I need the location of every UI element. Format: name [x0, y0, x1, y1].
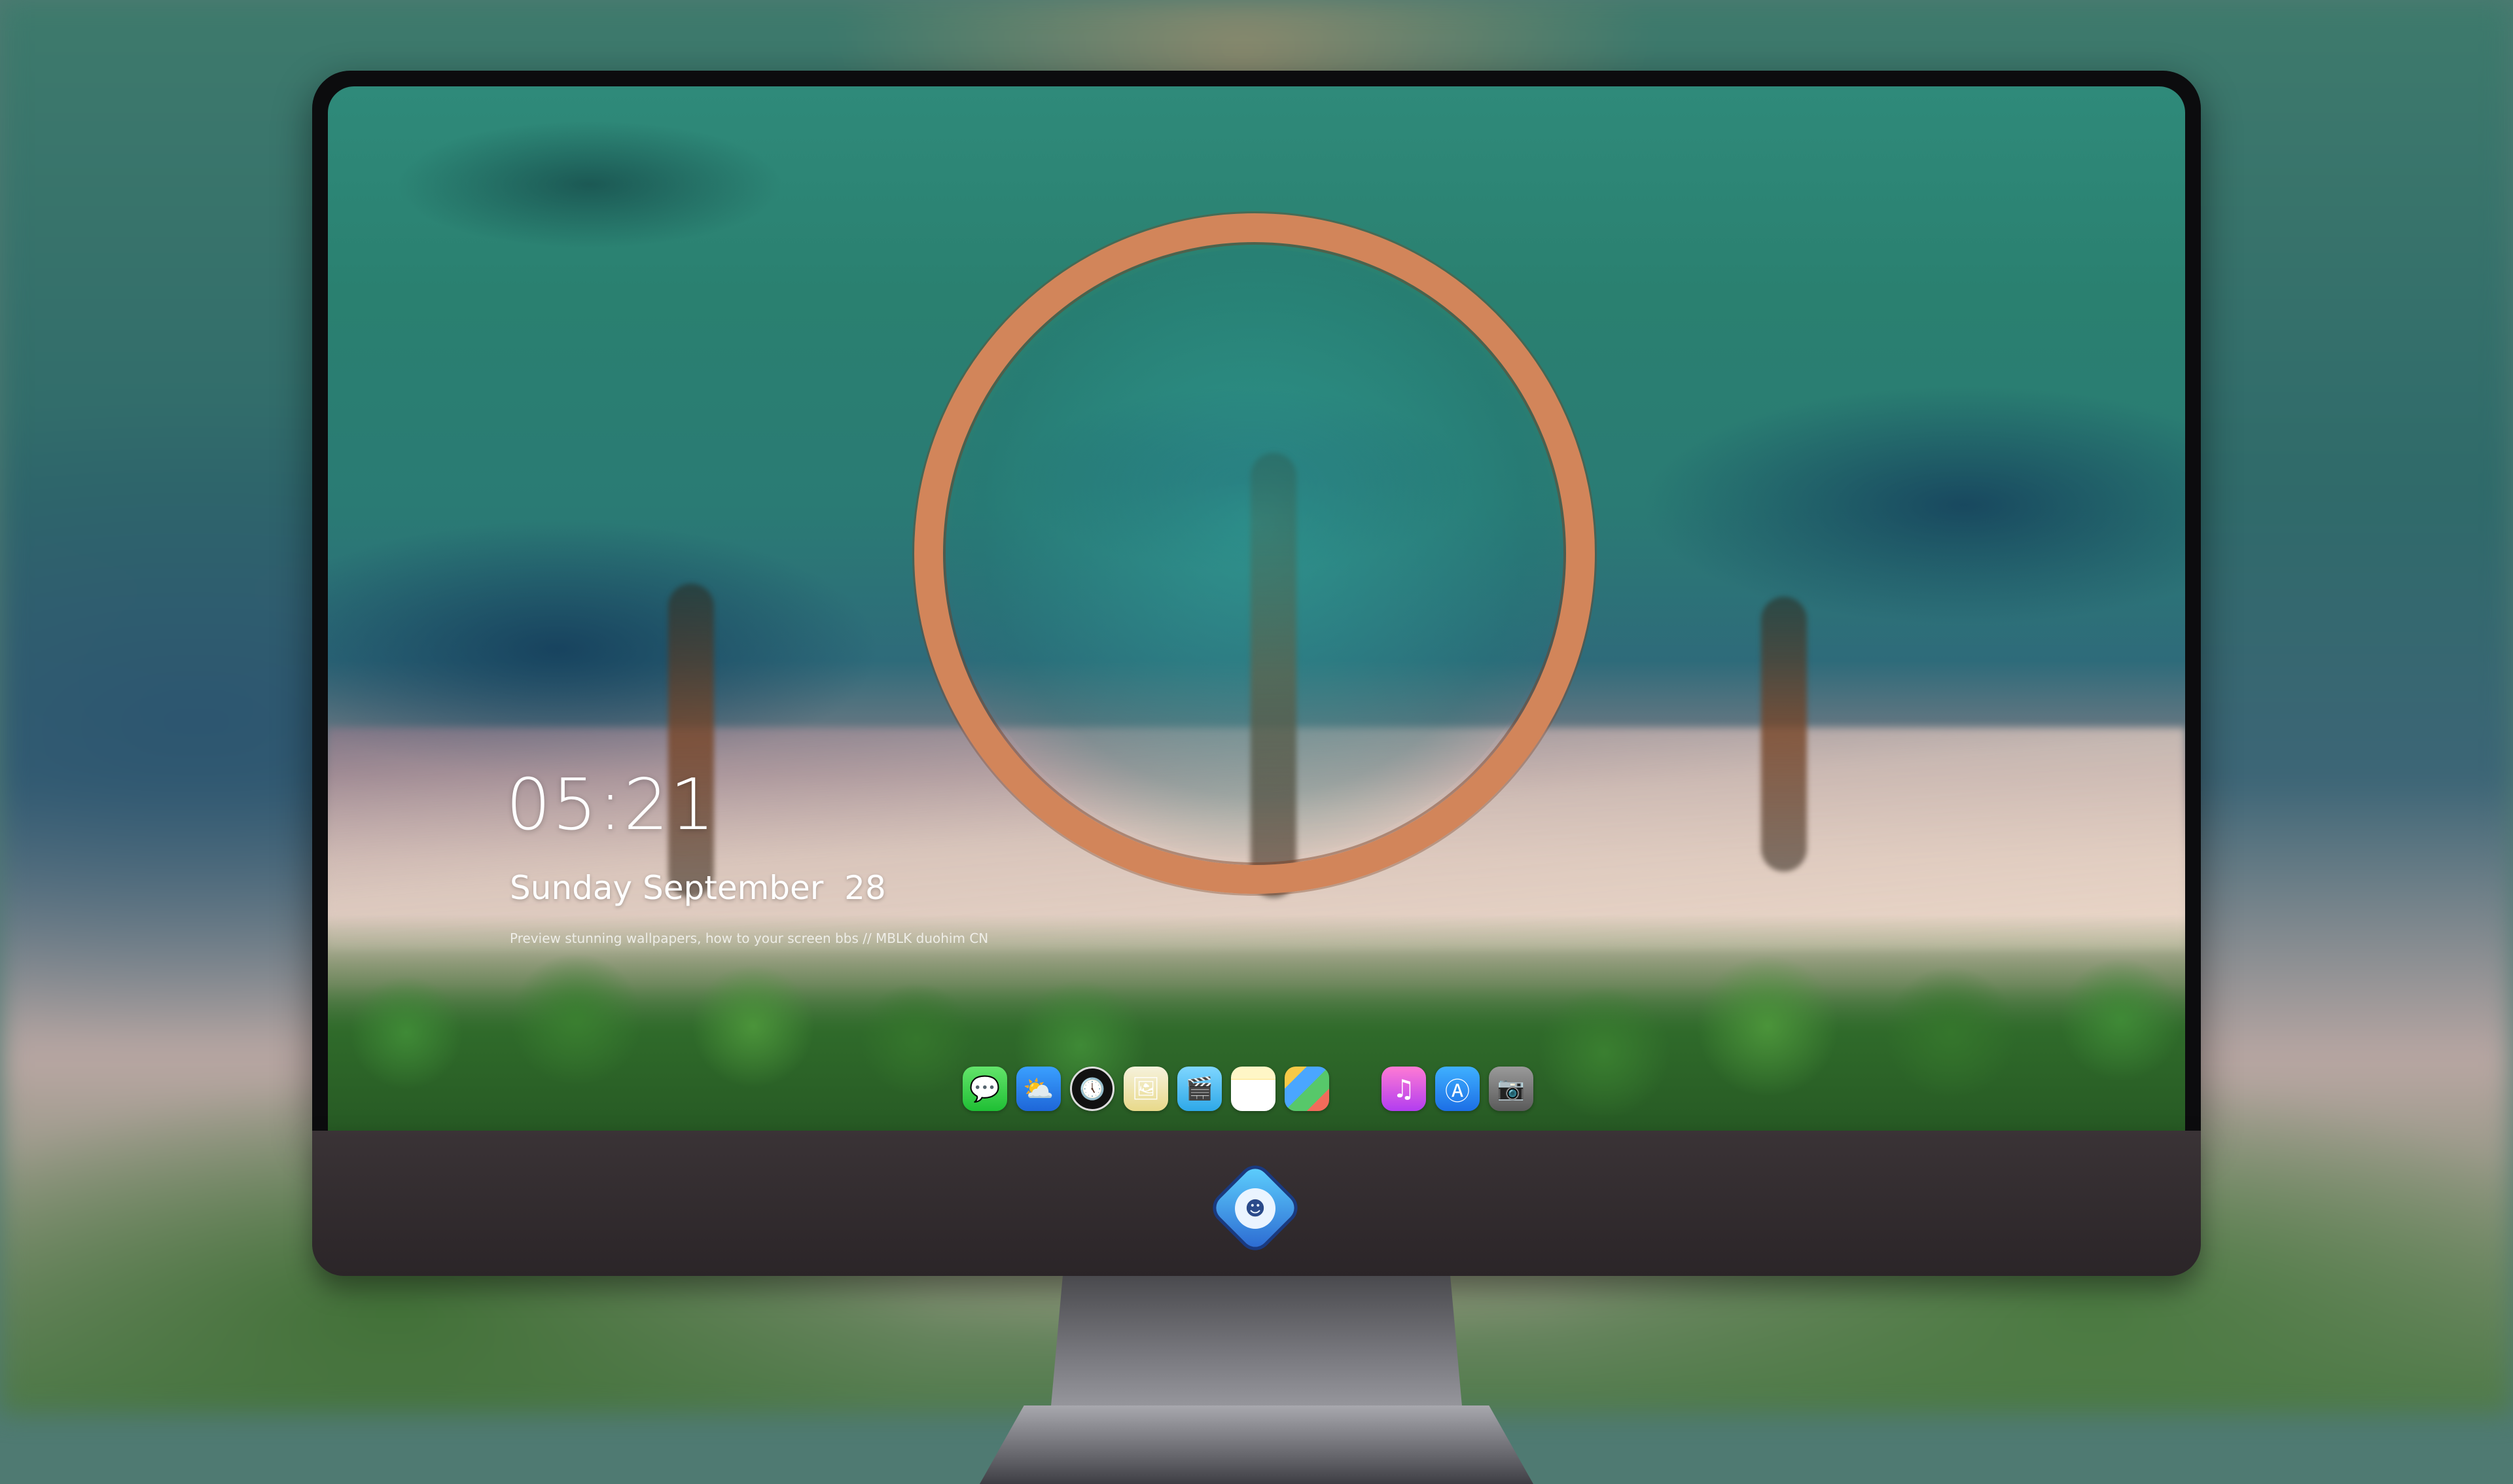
dock: 💬 ⛅ 🕔 🖼 🎬 ♫ Ⓐ 📷 — [956, 1061, 1540, 1116]
weather-glyph: ⛅ — [1023, 1074, 1054, 1103]
preview-icon[interactable]: 🖼 — [1124, 1067, 1168, 1111]
lockscreen-tagline: Preview stunning wallpapers, how to your… — [510, 930, 989, 946]
wallpaper-ring-boardwalk — [914, 213, 1595, 894]
camera-glyph: 📷 — [1497, 1076, 1525, 1102]
music-note-icon[interactable]: ♫ — [1381, 1067, 1426, 1111]
clock-icon[interactable]: 🕔 — [1070, 1067, 1114, 1111]
app-store-glyph: Ⓐ — [1444, 1076, 1470, 1106]
messages-glyph: 💬 — [969, 1074, 1001, 1103]
clapperboard-icon[interactable]: 🎬 — [1177, 1067, 1222, 1111]
monitor-stand-base — [980, 1405, 1533, 1484]
preview-glyph: 🖼 — [1132, 1076, 1160, 1102]
calculator-icon[interactable] — [1285, 1067, 1329, 1111]
clock-glyph: 🕔 — [1079, 1076, 1105, 1101]
screen[interactable]: 05:21 Sunday September 28 Preview stunni… — [328, 86, 2185, 1131]
video-glyph: 🎬 — [1185, 1076, 1214, 1102]
notes-icon[interactable] — [1231, 1067, 1275, 1111]
cloud-sun-icon[interactable]: ⛅ — [1016, 1067, 1061, 1111]
camera-icon[interactable]: 📷 — [1489, 1067, 1533, 1111]
lockscreen-date: Sunday September 28 — [510, 869, 886, 907]
monitor-stand-neck — [1050, 1276, 1463, 1413]
music-glyph: ♫ — [1392, 1074, 1416, 1103]
mascot-icon: ☻ — [1235, 1188, 1275, 1229]
app-store-icon[interactable]: Ⓐ — [1435, 1067, 1480, 1111]
wallpaper-breakwater-right — [1761, 597, 1807, 872]
wallpaper-breakwater-left — [668, 584, 714, 898]
lockscreen-time: 05:21 — [506, 764, 717, 846]
message-bubble-icon[interactable]: 💬 — [963, 1067, 1007, 1111]
imac-monitor: 05:21 Sunday September 28 Preview stunni… — [312, 71, 2201, 1484]
